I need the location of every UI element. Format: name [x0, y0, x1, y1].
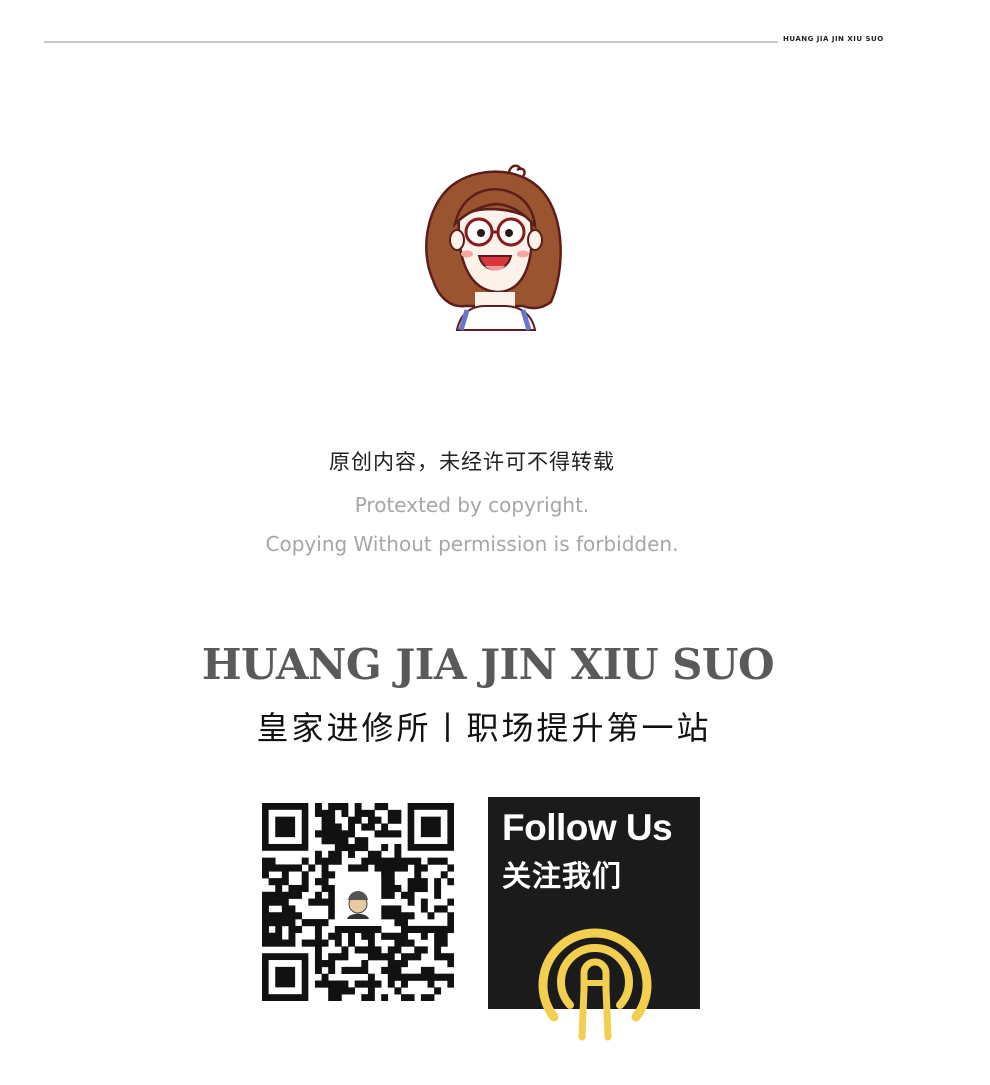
follow-us-label: Follow Us: [502, 807, 673, 848]
podcast-icon: [538, 928, 652, 1041]
header-brand-tag: HUANG JIA JIN XIU SUO: [783, 35, 884, 43]
wechat-qr-code-icon[interactable]: [262, 803, 454, 1001]
brand-title: HUANG JIA JIN XIU SUO: [201, 640, 775, 689]
copyright-notice-en-line1: Protexted by copyright.: [354, 493, 590, 517]
cartoon-girl-avatar-icon: [425, 164, 562, 331]
copyright-notice-cn: 原创内容，未经许可不得转载: [329, 450, 615, 474]
header-divider: [44, 41, 778, 43]
follow-us-card[interactable]: Follow Us 关注我们: [488, 797, 700, 1041]
copyright-notice-en-line2: Copying Without permission is forbidden.: [265, 532, 679, 556]
follow-us-label-cn: 关注我们: [502, 859, 623, 893]
brand-subtitle: 皇家进修所丨职场提升第一站: [256, 709, 712, 747]
